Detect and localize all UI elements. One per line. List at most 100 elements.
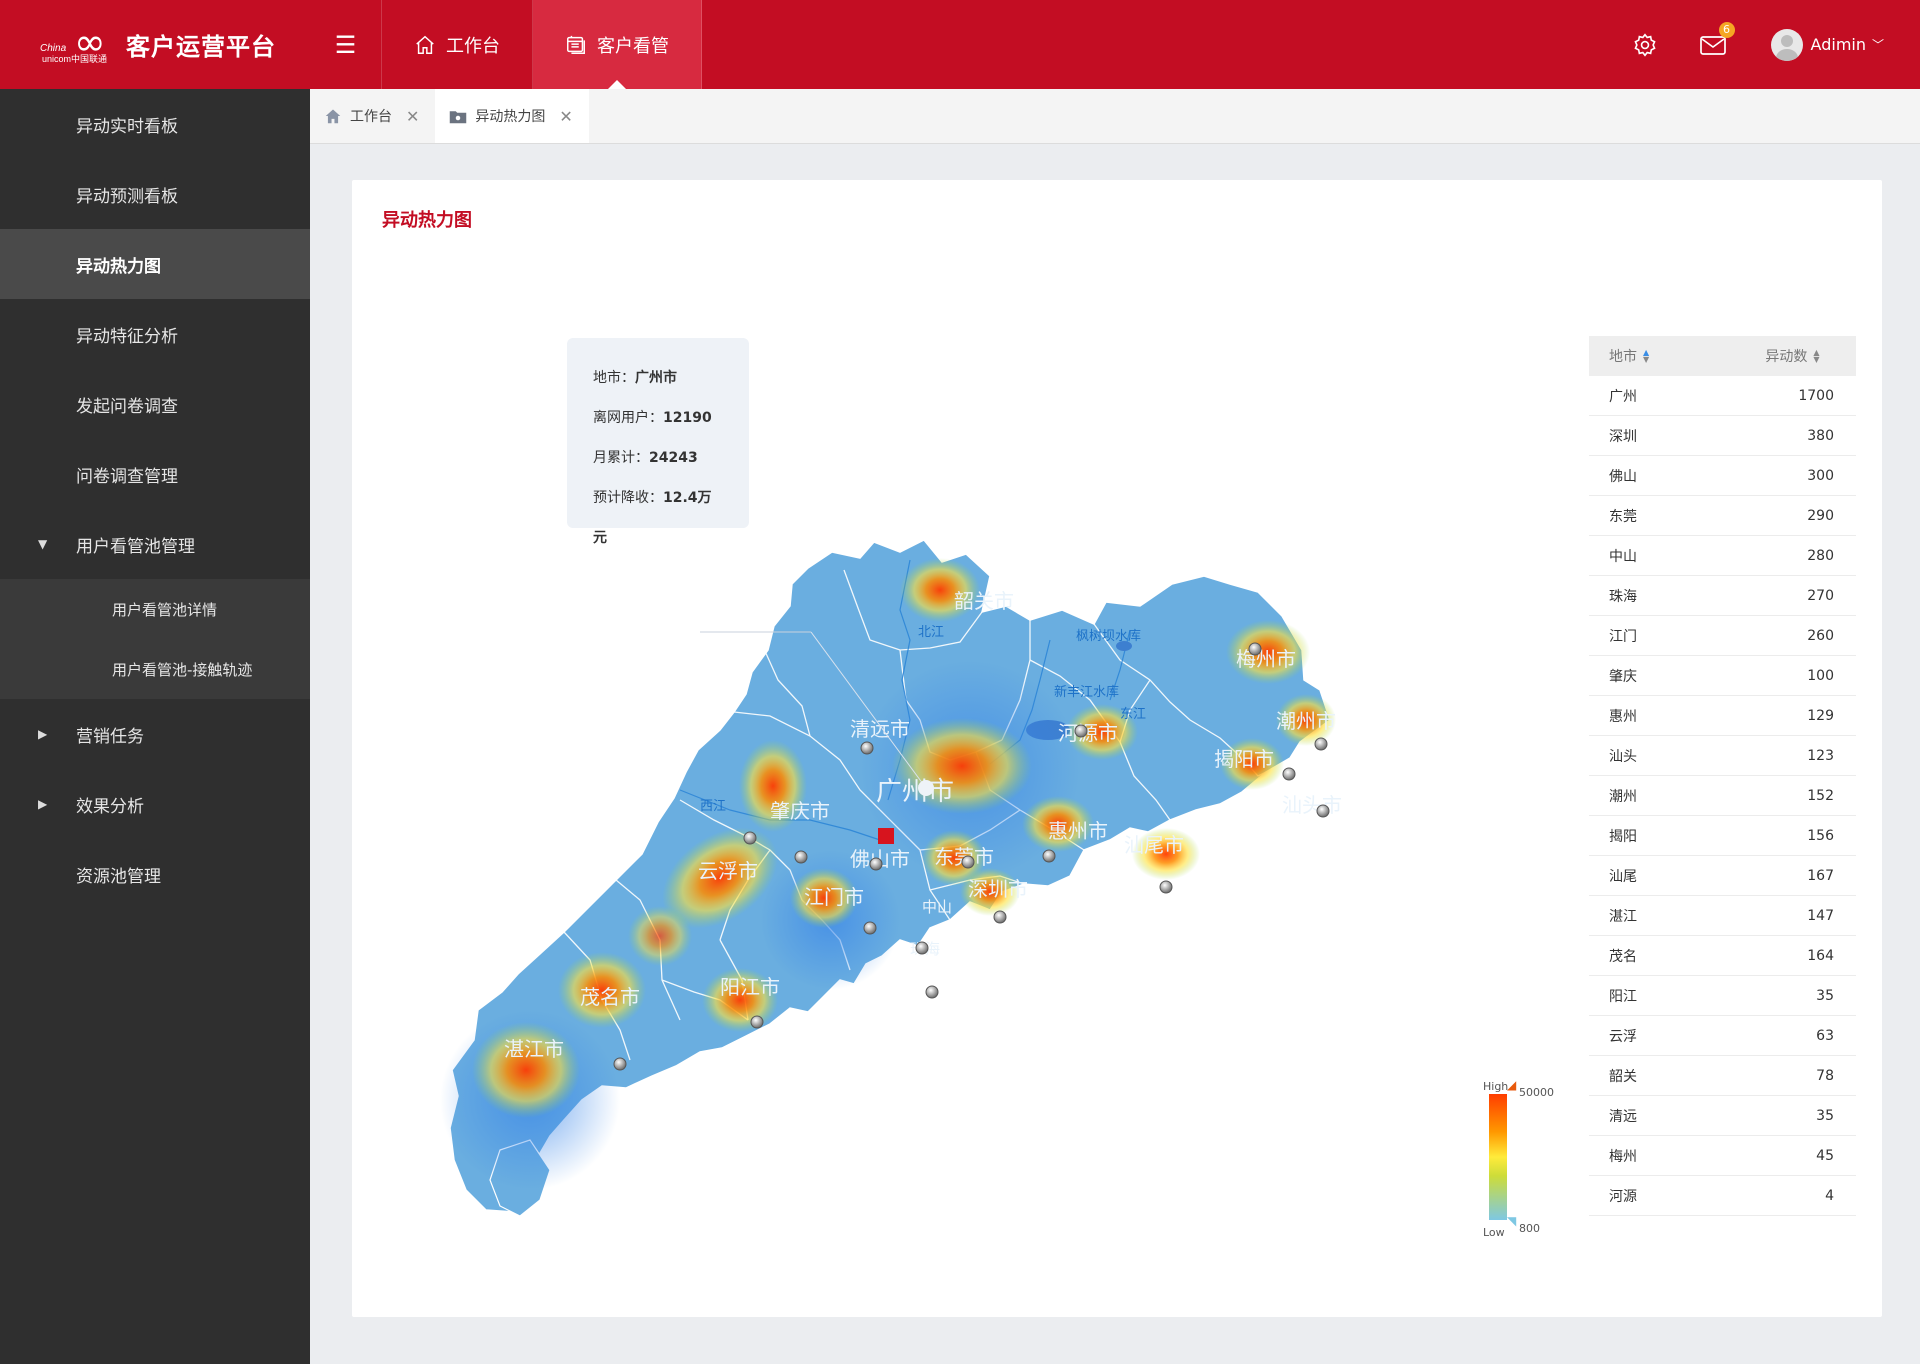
map-label: 新丰江水库 — [1054, 684, 1119, 700]
pin-icon[interactable] — [863, 921, 877, 935]
pin-icon[interactable] — [860, 741, 874, 755]
table-row[interactable]: 中山 280 — [1589, 536, 1856, 576]
sidebar-item-heatmap[interactable]: 异动热力图 — [0, 229, 310, 299]
table-row[interactable]: 茂名 164 — [1589, 936, 1856, 976]
pin-icon[interactable] — [613, 1057, 627, 1071]
table-row[interactable]: 韶关 78 — [1589, 1056, 1856, 1096]
sidebar-item-label: 用户看管池管理 — [76, 536, 195, 557]
legend-high-label: High — [1483, 1080, 1509, 1093]
table-row[interactable]: 湛江 147 — [1589, 896, 1856, 936]
settings-button[interactable] — [1611, 0, 1679, 89]
table-row[interactable]: 深圳 380 — [1589, 416, 1856, 456]
sort-icon[interactable]: ▲ ▼ — [1813, 349, 1819, 364]
pin-icon[interactable] — [915, 941, 929, 955]
tab-heatmap[interactable]: 异动热力图 ✕ — [435, 89, 589, 143]
sidebar-item-label: 效果分析 — [76, 796, 144, 817]
sidebar-subitem-label: 用户看管池-接触轨迹 — [112, 660, 253, 679]
pin-icon[interactable] — [1316, 804, 1330, 818]
guangzhou-marker[interactable] — [878, 828, 894, 844]
sidebar-item-feature-analysis[interactable]: 异动特征分析 — [0, 299, 310, 369]
pin-icon[interactable] — [925, 985, 939, 999]
map-label: 揭阳市 — [1214, 747, 1274, 771]
table-row[interactable]: 广州 1700 — [1589, 376, 1856, 416]
user-menu[interactable]: Adimin ﹀ — [1770, 28, 1884, 61]
pin-icon[interactable] — [961, 855, 975, 869]
table-row[interactable]: 河源 4 — [1589, 1176, 1856, 1216]
table-row[interactable]: 肇庆 100 — [1589, 656, 1856, 696]
sidebar-item-marketing-tasks[interactable]: ▶ 营销任务 — [0, 699, 310, 769]
table-row[interactable]: 阳江 35 — [1589, 976, 1856, 1016]
table-row[interactable]: 汕头 123 — [1589, 736, 1856, 776]
sidebar-subitem-contact-trace[interactable]: 用户看管池-接触轨迹 — [0, 639, 310, 699]
table-row[interactable]: 惠州 129 — [1589, 696, 1856, 736]
sidebar-subitem-pool-detail[interactable]: 用户看管池详情 — [0, 579, 310, 639]
pin-icon[interactable] — [869, 857, 883, 871]
sidebar-item-forecast-board[interactable]: 异动预测看板 — [0, 159, 310, 229]
sidebar-item-effect-analysis[interactable]: ▶ 效果分析 — [0, 769, 310, 839]
cell-city: 肇庆 — [1609, 668, 1637, 685]
table-row[interactable]: 清远 35 — [1589, 1096, 1856, 1136]
table-row[interactable]: 梅州 45 — [1589, 1136, 1856, 1176]
legend-low-label: Low — [1483, 1226, 1505, 1239]
selected-city-dot[interactable] — [918, 780, 934, 796]
cell-count: 45 — [1816, 1147, 1834, 1164]
legend-gradient-bar[interactable] — [1489, 1094, 1507, 1220]
tooltip-offline-value: 12190 — [663, 410, 712, 426]
pin-icon[interactable] — [1282, 767, 1296, 781]
map-label: 枫树坝水库 — [1076, 628, 1141, 644]
table-row[interactable]: 揭阳 156 — [1589, 816, 1856, 856]
pin-icon[interactable] — [993, 910, 1007, 924]
close-icon[interactable]: ✕ — [559, 107, 572, 126]
sidebar-item-realtime-board[interactable]: 异动实时看板 — [0, 89, 310, 159]
mail-badge: 6 — [1718, 22, 1735, 38]
cell-city: 汕尾 — [1609, 868, 1637, 885]
pin-icon[interactable] — [1248, 642, 1262, 656]
column-header-city[interactable]: 地市 ▲ ▼ — [1589, 346, 1729, 366]
table-row[interactable]: 东莞 290 — [1589, 496, 1856, 536]
pin-icon[interactable] — [1159, 880, 1173, 894]
pin-icon[interactable] — [1042, 849, 1056, 863]
table-row[interactable]: 佛山 300 — [1589, 456, 1856, 496]
map-label: 汕尾市 — [1124, 833, 1184, 857]
nav-customer-care[interactable]: 客户看管 — [533, 0, 702, 89]
legend-max-handle-icon[interactable]: ◢ — [1507, 1078, 1516, 1092]
sidebar-item-survey-management[interactable]: 问卷调查管理 — [0, 439, 310, 509]
table-row[interactable]: 汕尾 167 — [1589, 856, 1856, 896]
map-label: 河源市 — [1058, 721, 1118, 745]
pin-icon[interactable] — [750, 1015, 764, 1029]
pin-icon[interactable] — [1074, 724, 1088, 738]
sidebar-item-resource-pool[interactable]: 资源池管理 — [0, 839, 310, 909]
close-icon[interactable]: ✕ — [406, 107, 419, 126]
map-label: 云浮市 — [698, 859, 758, 883]
pin-icon[interactable] — [794, 850, 808, 864]
brand[interactable]: ∞ China unicom中国联通 客户运营平台 — [0, 0, 310, 89]
legend-min-handle-icon[interactable]: ◥ — [1507, 1214, 1516, 1228]
menu-toggle-button[interactable]: ☰ — [310, 0, 382, 89]
column-header-count[interactable]: 异动数 ▲ ▼ — [1729, 346, 1856, 366]
sidebar-item-label: 问卷调查管理 — [76, 466, 178, 487]
nav-customer-care-label: 客户看管 — [597, 35, 669, 57]
cell-count: 290 — [1807, 507, 1834, 524]
tab-workbench[interactable]: 工作台 ✕ — [310, 89, 435, 143]
top-nav: 工作台 客户看管 — [382, 0, 702, 89]
sidebar-item-label: 资源池管理 — [76, 866, 161, 887]
table-row[interactable]: 潮州 152 — [1589, 776, 1856, 816]
logo-cn-text: unicom中国联通 — [42, 53, 108, 64]
table-row[interactable]: 云浮 63 — [1589, 1016, 1856, 1056]
table-row[interactable]: 江门 260 — [1589, 616, 1856, 656]
home-icon — [416, 35, 434, 54]
cell-city: 珠海 — [1609, 588, 1637, 605]
sidebar-item-care-pool-management[interactable]: ▼ 用户看管池管理 — [0, 509, 310, 579]
table-row[interactable]: 珠海 270 — [1589, 576, 1856, 616]
pin-icon[interactable] — [743, 831, 757, 845]
pin-icon[interactable] — [1314, 737, 1328, 751]
sidebar-item-start-survey[interactable]: 发起问卷调查 — [0, 369, 310, 439]
logo-en-text: China — [40, 42, 67, 54]
tab-label: 异动热力图 — [475, 109, 546, 125]
mail-button[interactable]: 6 — [1679, 0, 1747, 89]
sidebar-item-label: 异动实时看板 — [76, 116, 178, 137]
nav-workbench[interactable]: 工作台 — [382, 0, 533, 89]
sort-icon[interactable]: ▲ ▼ — [1643, 349, 1649, 364]
cell-city: 潮州 — [1609, 788, 1637, 805]
cell-count: 270 — [1807, 587, 1834, 604]
